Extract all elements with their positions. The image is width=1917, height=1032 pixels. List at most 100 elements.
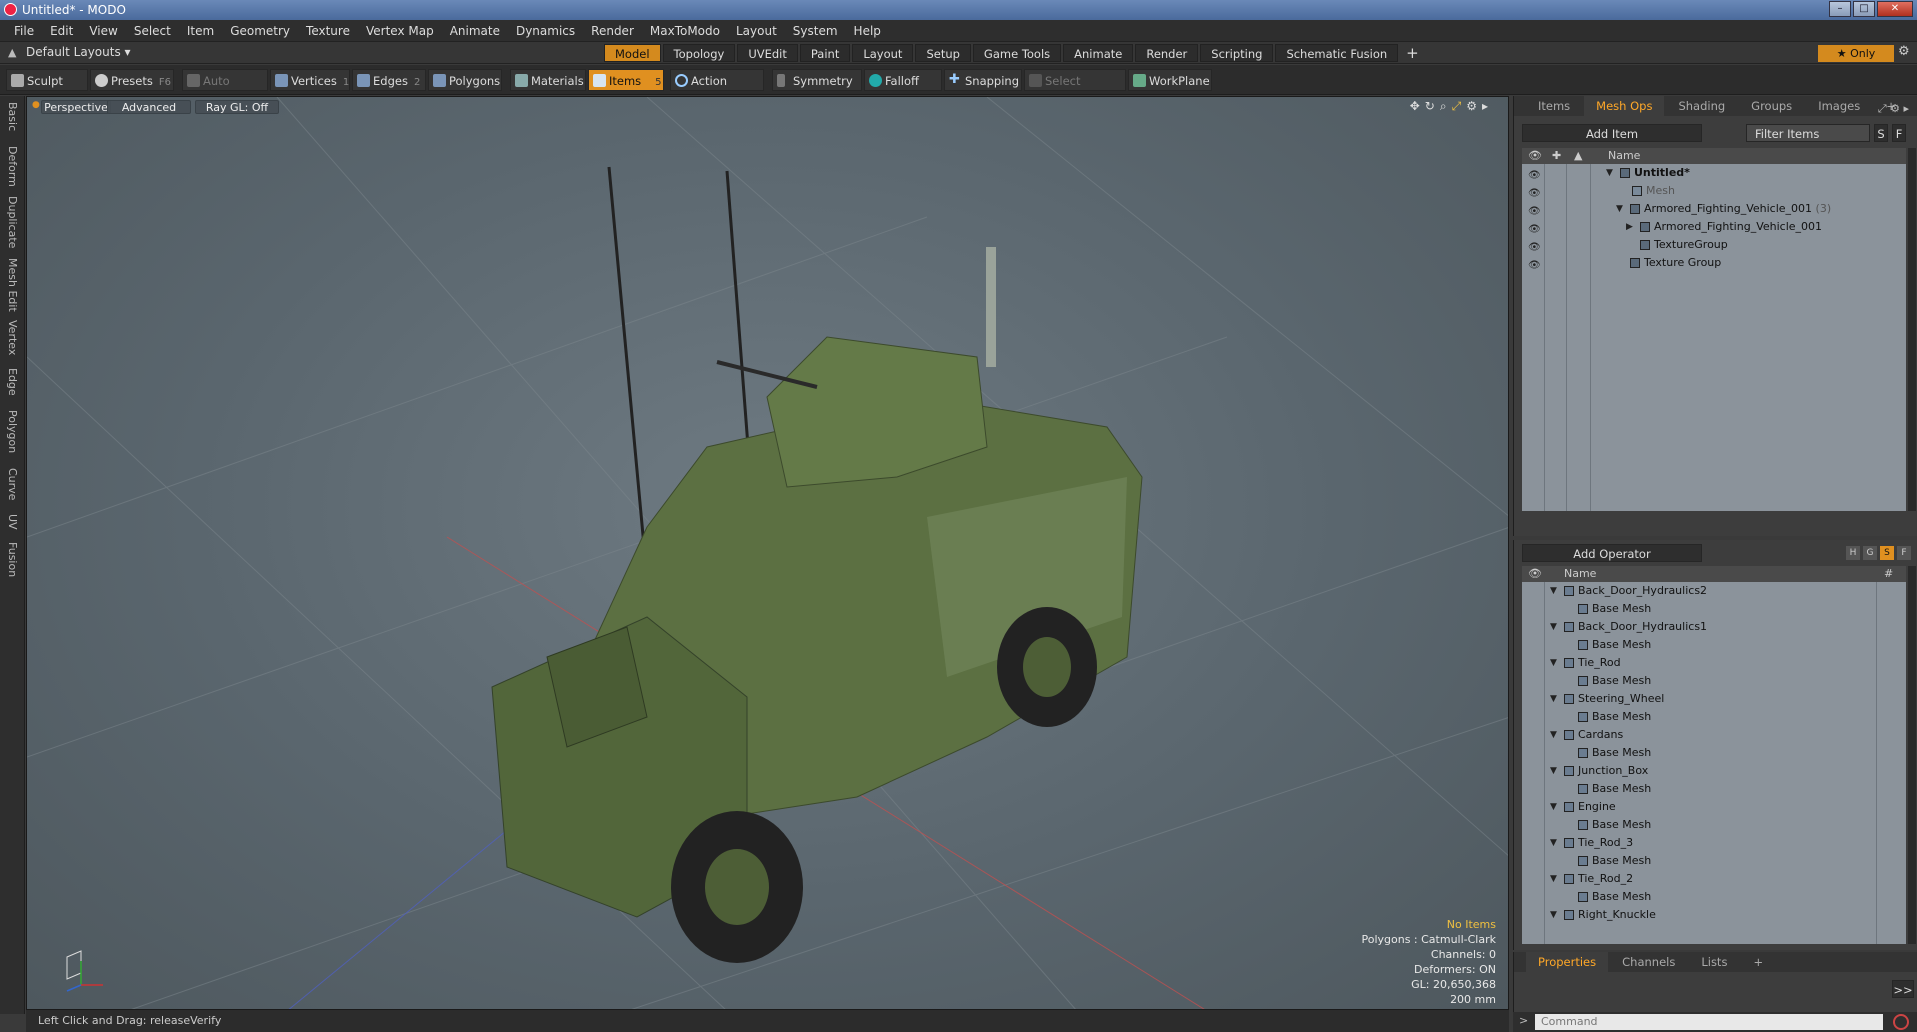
meshop-item[interactable]: ▼ Cardans	[1522, 726, 1906, 744]
menu-animate[interactable]: Animate	[442, 20, 508, 42]
tab-model[interactable]: Model	[604, 44, 661, 62]
menu-system[interactable]: System	[785, 20, 846, 42]
lock-column-icon[interactable]: ✚	[1552, 148, 1561, 164]
expand-arrow-icon[interactable]: ▼	[1550, 618, 1557, 636]
expand-arrow-icon[interactable]: ▼	[1606, 164, 1613, 182]
tree-item-untitled[interactable]: 👁 ▼ Untitled*	[1522, 164, 1906, 182]
edges-button[interactable]: Edges 2	[352, 69, 426, 91]
visibility-eye-icon[interactable]: 👁	[1528, 257, 1541, 271]
items-button[interactable]: Items 5	[588, 69, 664, 91]
menu-geometry[interactable]: Geometry	[222, 20, 298, 42]
tab-images[interactable]: Images	[1806, 96, 1872, 116]
strip-tab-deform[interactable]: Deform	[6, 146, 19, 190]
menu-help[interactable]: Help	[846, 20, 889, 42]
workplane-button[interactable]: WorkPlane	[1128, 69, 1212, 91]
meshops-visibility-column-icon[interactable]: 👁	[1528, 566, 1542, 582]
add-properties-tab-button[interactable]: +	[1741, 952, 1775, 972]
tab-channels[interactable]: Channels	[1610, 952, 1687, 972]
rotate-icon[interactable]: ↻	[1425, 99, 1435, 114]
strip-tab-polygon[interactable]: Polygon	[6, 410, 19, 462]
tree-item-armored-vehicle-group[interactable]: 👁 ▼ Armored_Fighting_Vehicle_001 (3)	[1522, 200, 1906, 218]
menu-dynamics[interactable]: Dynamics	[508, 20, 583, 42]
gear-icon[interactable]: ⚙	[1898, 44, 1910, 59]
base-mesh-item[interactable]: Base Mesh	[1522, 672, 1906, 690]
meshop-item[interactable]: ▼ Back_Door_Hydraulics2	[1522, 582, 1906, 600]
meshop-item[interactable]: ▼ Tie_Rod	[1522, 654, 1906, 672]
tab-scripting[interactable]: Scripting	[1200, 44, 1274, 62]
expand-arrow-icon[interactable]: ▼	[1550, 690, 1557, 708]
perspective-button[interactable]: Perspective	[41, 100, 111, 114]
close-button[interactable]: ✕	[1877, 1, 1913, 17]
tab-topology[interactable]: Topology	[662, 44, 736, 62]
tab-items[interactable]: Items	[1526, 96, 1582, 116]
tab-animate[interactable]: Animate	[1063, 44, 1134, 62]
strip-tab-vertex[interactable]: Vertex	[6, 320, 19, 362]
command-input[interactable]: Command	[1535, 1014, 1883, 1030]
meshops-scrollbar[interactable]	[1908, 566, 1916, 944]
expand-arrow-icon[interactable]: ▼	[1550, 834, 1557, 852]
materials-button[interactable]: Materials	[510, 69, 586, 91]
tree-item-armored-vehicle-mesh[interactable]: 👁 ▶ Armored_Fighting_Vehicle_001	[1522, 218, 1906, 236]
base-mesh-item[interactable]: Base Mesh	[1522, 708, 1906, 726]
symmetry-button[interactable]: Symmetry	[772, 69, 862, 91]
maximize-button[interactable]: □	[1853, 1, 1875, 17]
expand-arrow-icon[interactable]: ▼	[1550, 798, 1557, 816]
tab-setup[interactable]: Setup	[915, 44, 971, 62]
pan-icon[interactable]: ✥	[1410, 99, 1420, 114]
menu-item[interactable]: Item	[179, 20, 222, 42]
base-mesh-item[interactable]: Base Mesh	[1522, 852, 1906, 870]
meshop-item[interactable]: ▼ Right_Knuckle	[1522, 906, 1906, 924]
3d-viewport[interactable]: ● Perspective Advanced Ray GL: Off ✥ ↻ ⌕…	[26, 96, 1509, 1010]
snapping-button[interactable]: ✚ Snapping	[944, 69, 1022, 91]
add-item-button[interactable]: Add Item	[1522, 124, 1702, 142]
viewport-menu-icon[interactable]: ●	[32, 100, 40, 110]
visibility-eye-icon[interactable]: 👁	[1528, 185, 1541, 199]
meshops-h-button[interactable]: H	[1846, 546, 1860, 560]
tab-shading[interactable]: Shading	[1666, 96, 1737, 116]
tree-item-mesh[interactable]: 👁 Mesh	[1522, 182, 1906, 200]
expand-arrow-icon[interactable]: ▼	[1550, 654, 1557, 672]
falloff-button[interactable]: Falloff	[864, 69, 942, 91]
visibility-eye-icon[interactable]: 👁	[1528, 239, 1541, 253]
tree-item-texture-group[interactable]: 👁 Texture Group	[1522, 254, 1906, 272]
tab-render[interactable]: Render	[1135, 44, 1199, 62]
render-column-icon[interactable]: ▲	[1574, 148, 1582, 164]
zoom-icon[interactable]: ⌕	[1440, 99, 1447, 114]
meshops-s-button[interactable]: S	[1880, 546, 1894, 560]
tab-uvedit[interactable]: UVEdit	[737, 44, 798, 62]
add-tab-button[interactable]: +	[1400, 44, 1425, 62]
meshop-item[interactable]: ▼ Tie_Rod_2	[1522, 870, 1906, 888]
visibility-eye-icon[interactable]: 👁	[1528, 203, 1541, 217]
items-s-button[interactable]: S	[1874, 124, 1888, 142]
base-mesh-item[interactable]: Base Mesh	[1522, 744, 1906, 762]
stop-icon[interactable]	[1893, 1014, 1909, 1030]
action-center-button[interactable]: Action Center	[670, 69, 764, 110]
meshop-item[interactable]: ▼ Tie_Rod_3	[1522, 834, 1906, 852]
strip-tab-uv[interactable]: UV	[6, 514, 19, 536]
expand-arrow-icon[interactable]: ▼	[1550, 870, 1557, 888]
base-mesh-item[interactable]: Base Mesh	[1522, 816, 1906, 834]
strip-tab-fusion[interactable]: Fusion	[6, 542, 19, 582]
expand-arrow-icon[interactable]: ▼	[1550, 906, 1557, 924]
tab-paint[interactable]: Paint	[799, 44, 851, 62]
filter-items-input[interactable]: Filter Items	[1746, 124, 1870, 142]
menu-layout[interactable]: Layout	[728, 20, 785, 42]
menu-render[interactable]: Render	[583, 20, 642, 42]
presets-button[interactable]: Presets F6	[90, 69, 174, 91]
tab-game-tools[interactable]: Game Tools	[972, 44, 1062, 62]
meshop-item[interactable]: ▼ Junction_Box	[1522, 762, 1906, 780]
items-scrollbar[interactable]	[1908, 148, 1916, 511]
visibility-eye-icon[interactable]: 👁	[1528, 221, 1541, 235]
expand-arrow-icon[interactable]: ▼	[1550, 726, 1557, 744]
items-f-button[interactable]: F	[1892, 124, 1906, 142]
base-mesh-item[interactable]: Base Mesh	[1522, 636, 1906, 654]
visibility-column-icon[interactable]: 👁	[1528, 148, 1542, 164]
menu-view[interactable]: View	[81, 20, 125, 42]
visibility-eye-icon[interactable]: 👁	[1528, 167, 1541, 181]
tab-lists[interactable]: Lists	[1689, 952, 1739, 972]
base-mesh-item[interactable]: Base Mesh	[1522, 780, 1906, 798]
collapse-arrow-icon[interactable]: ▶	[1626, 218, 1633, 236]
tab-properties[interactable]: Properties	[1526, 952, 1609, 972]
only-button[interactable]: ★ Only	[1818, 45, 1894, 62]
viewport-gear-icon[interactable]: ⚙	[1466, 99, 1477, 114]
